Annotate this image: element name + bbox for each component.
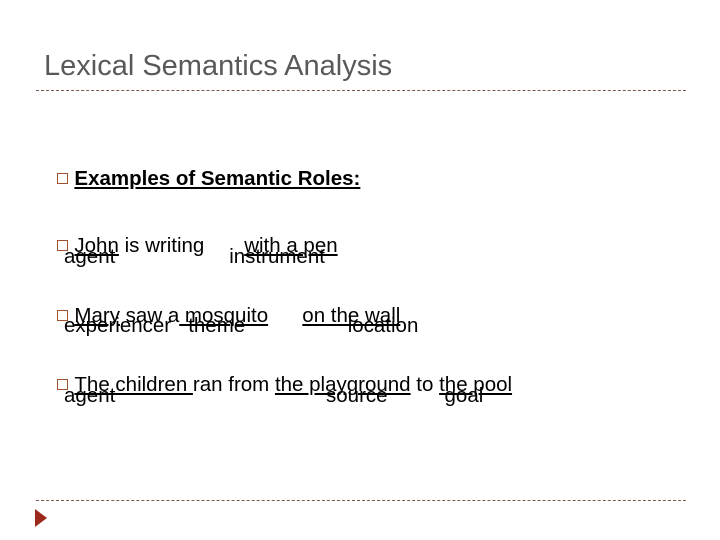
example-2-roles: experiencer theme location [64,314,419,337]
example-1-roles: agent instrument [64,245,325,268]
slide-title: Lexical Semantics Analysis [44,50,393,82]
section-heading: Examples of Semantic Roles: [74,167,361,190]
play-arrow-icon [35,509,47,527]
title-divider [36,90,686,91]
footer-divider [36,500,686,501]
example-3-roles: agent source goal [64,384,484,407]
square-bullet-icon [57,173,69,184]
heading-line: Examples of Semantic Roles: [46,143,360,191]
